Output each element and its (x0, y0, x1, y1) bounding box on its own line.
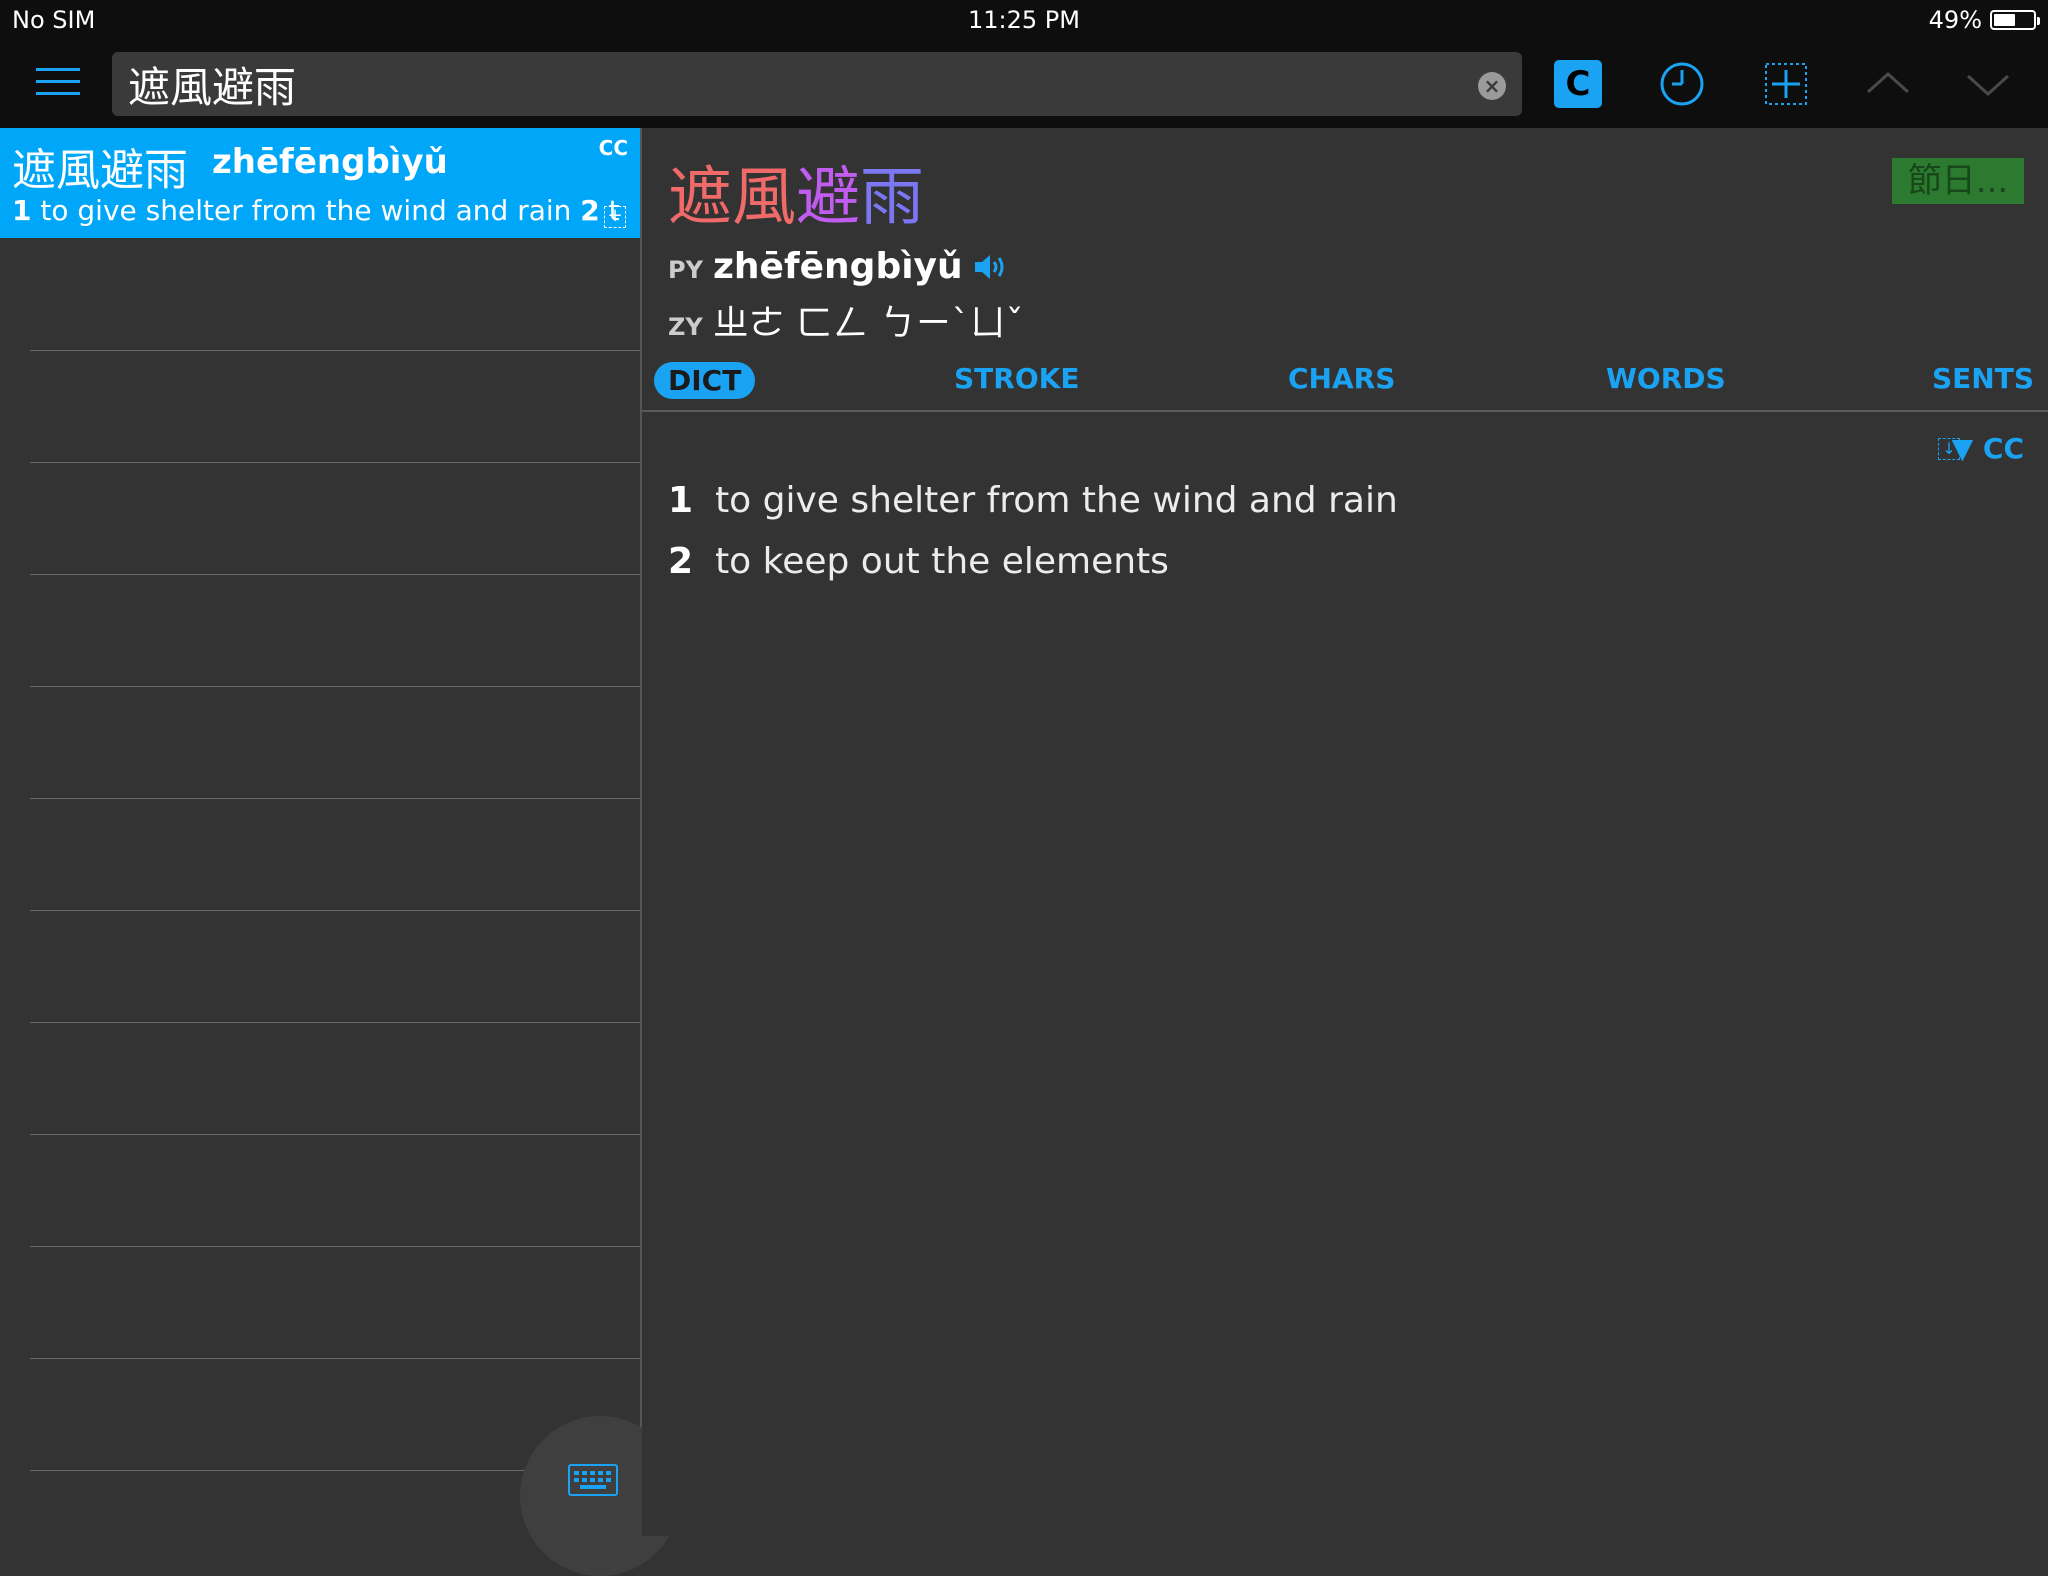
tab-stroke[interactable]: STROKE (954, 362, 1079, 395)
chevron-down-icon[interactable] (1964, 60, 2012, 108)
list-divider (30, 350, 640, 351)
c-button[interactable]: C (1554, 60, 1602, 108)
add-to-list-icon[interactable]: + (604, 206, 626, 228)
clear-icon[interactable]: × (1478, 72, 1506, 100)
status-bar: No SIM 11:25 PM 49% (0, 0, 2048, 40)
list-item-definition: 1 to give shelter from the wind and rain… (12, 194, 620, 227)
zhuyin-label: ZY (668, 313, 703, 341)
headword-char[interactable]: 雨 (860, 146, 924, 238)
list-divider (30, 798, 640, 799)
headword-char[interactable]: 避 (796, 146, 860, 238)
headword-char[interactable]: 風 (732, 146, 796, 238)
keyboard-icon (568, 1464, 618, 1496)
tab-bar: DICT STROKE CHARS WORDS SENTS (642, 350, 2048, 412)
list-divider (30, 1358, 640, 1359)
chevron-up-icon[interactable] (1864, 60, 1912, 108)
battery-status: 49% (1928, 6, 2040, 34)
headword-char[interactable]: 遮 (668, 146, 732, 238)
headword: 遮風避雨 (668, 146, 924, 238)
entry-detail: 遮風避雨 節日... PY zhēfēngbìyǔ ZY ㄓㄜ ㄈㄥ ㄅㄧˋㄩˇ… (642, 128, 2048, 1536)
clock: 11:25 PM (968, 6, 1080, 34)
pinyin-row: PY zhēfēngbìyǔ (668, 246, 1009, 287)
pinyin-label: PY (668, 256, 703, 284)
definition-list: 1 to give shelter from the wind and rain… (668, 480, 1398, 602)
list-item-pinyin: zhēfēngbìyǔ (212, 142, 448, 182)
list-item-source: CC (598, 136, 628, 160)
pinyin-value: zhēfēngbìyǔ (712, 246, 963, 287)
toolbar: × C (0, 40, 2048, 128)
tab-sents[interactable]: SENTS (1932, 362, 2034, 395)
history-clock-icon[interactable] (1658, 60, 1706, 108)
tab-words[interactable]: WORDS (1606, 362, 1726, 395)
definition-number: 1 (668, 480, 694, 521)
tab-chars[interactable]: CHARS (1288, 362, 1395, 395)
definition-text: to give shelter from the wind and rain (715, 480, 1398, 521)
zhuyin-value: ㄓㄜ ㄈㄥ ㄅㄧˋㄩˇ (712, 303, 1024, 344)
speaker-icon[interactable] (973, 252, 1009, 282)
battery-icon (1990, 10, 2040, 30)
search-input[interactable] (126, 52, 1426, 116)
source-dropdown[interactable]: ▼ CC (1952, 432, 2024, 465)
list-divider (30, 462, 640, 463)
definition-item: 1 to give shelter from the wind and rain (668, 480, 1398, 521)
list-divider (30, 910, 640, 911)
zhuyin-row: ZY ㄓㄜ ㄈㄥ ㄅㄧˋㄩˇ (668, 294, 1024, 346)
definition-text: to keep out the elements (715, 541, 1169, 582)
list-divider (30, 1134, 640, 1135)
list-divider (30, 1022, 640, 1023)
list-divider (30, 574, 640, 575)
list-divider (30, 1246, 640, 1247)
list-divider (30, 686, 640, 687)
definition-item: 2 to keep out the elements (668, 541, 1398, 582)
results-list: 遮風避雨 zhēfēngbìyǔ CC 1 to give shelter fr… (0, 128, 680, 1576)
menu-icon[interactable] (36, 68, 80, 98)
battery-percent: 49% (1928, 6, 1982, 34)
tag-button[interactable]: 節日... (1892, 158, 2024, 204)
list-item-hanzi: 遮風避雨 (12, 145, 188, 196)
search-box: × (112, 52, 1522, 116)
definition-number: 2 (668, 541, 694, 582)
tab-dict[interactable]: DICT (654, 362, 756, 399)
add-flashcard-icon[interactable] (1762, 60, 1810, 108)
list-item-selected[interactable]: 遮風避雨 zhēfēngbìyǔ CC 1 to give shelter fr… (0, 128, 640, 238)
